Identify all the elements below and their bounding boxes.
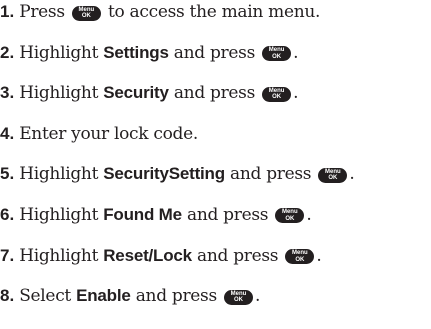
- step-text: Highlight SecuritySetting and press Menu…: [19, 164, 355, 185]
- menu-ok-key-icon: Menu OK: [318, 167, 348, 183]
- menu-ok-key-icon: Menu OK: [285, 249, 315, 265]
- step-text-segment: .: [306, 204, 312, 225]
- ok-key-label: OK: [328, 175, 338, 182]
- instruction-step: 4. Enter your lock code.: [0, 124, 431, 165]
- step-text: Highlight Found Me and press Menu OK.: [19, 204, 312, 225]
- step-text-segment: and press: [181, 204, 274, 225]
- menu-ok-key-icon: Menu OK: [224, 289, 254, 305]
- instruction-step: 1. Press Menu OK to access the main menu.: [0, 2, 431, 43]
- ok-key-label: OK: [272, 94, 282, 101]
- step-text: Highlight Reset/Lock and press Menu OK.: [19, 245, 322, 266]
- instruction-step: 5. Highlight SecuritySetting and press Me…: [0, 164, 431, 205]
- step-text-segment: Enter your lock code.: [19, 123, 198, 144]
- step-text: Select Enable and press Menu OK.: [19, 286, 260, 306]
- step-text-segment: Highlight: [19, 164, 104, 185]
- menu-ok-key-icon: Menu OK: [262, 46, 292, 62]
- menu-ok-key-icon: Menu OK: [262, 86, 292, 102]
- step-text-segment: and press: [168, 42, 261, 63]
- step-text-segment: and press: [224, 164, 317, 185]
- menu-option-name: Found Me: [103, 204, 182, 224]
- step-number: 5.: [0, 164, 15, 184]
- step-text-segment: to access the main menu.: [102, 2, 321, 22]
- instruction-step: 7. Highlight Reset/Lock and press Menu OK.: [0, 246, 431, 287]
- step-number: 2.: [0, 42, 15, 62]
- step-text-segment: and press: [130, 286, 223, 307]
- step-text-segment: Press: [19, 2, 70, 22]
- step-text: Highlight Security and press Menu OK.: [19, 83, 298, 103]
- instruction-step: 2. Highlight Settings and press Menu OK.: [0, 43, 431, 84]
- step-text-segment: Highlight: [19, 42, 104, 63]
- ok-key-label: OK: [81, 13, 91, 19]
- instruction-steps: 1. Press Menu OK to access the main menu. 2…: [0, 2, 431, 327]
- step-number: 4.: [0, 123, 15, 143]
- step-number: 6.: [0, 204, 15, 224]
- step-text-segment: .: [255, 286, 261, 307]
- step-text: Highlight Settings and press Menu OK.: [19, 43, 298, 63]
- step-text-segment: Highlight: [19, 245, 104, 266]
- ok-key-label: OK: [234, 297, 244, 304]
- step-text-segment: .: [316, 245, 322, 266]
- instruction-step: 6. Highlight Found Me and press Menu OK.: [0, 205, 431, 246]
- menu-ok-key-icon: Menu OK: [275, 208, 305, 224]
- menu-option-name: Security: [103, 83, 169, 103]
- menu-option-name: Reset/Lock: [103, 245, 192, 265]
- menu-ok-key-icon: Menu OK: [71, 5, 101, 21]
- step-number: 3.: [0, 83, 15, 103]
- step-text-segment: Select: [19, 286, 77, 307]
- ok-key-label: OK: [285, 215, 295, 222]
- instruction-step: 3. Highlight Security and press Menu OK.: [0, 83, 431, 124]
- step-text-segment: .: [349, 164, 355, 185]
- step-text-segment: Highlight: [19, 83, 104, 104]
- step-text-segment: and press: [191, 245, 284, 266]
- step-text-segment: .: [293, 83, 299, 104]
- step-number: 8.: [0, 286, 15, 306]
- step-text: Press Menu OK to access the main menu.: [19, 2, 320, 22]
- step-number: 7.: [0, 245, 15, 265]
- step-text-segment: Highlight: [19, 204, 104, 225]
- ok-key-label: OK: [272, 53, 282, 60]
- menu-option-name: Enable: [76, 286, 131, 306]
- menu-option-name: SecuritySetting: [103, 164, 225, 184]
- step-number: 1.: [0, 2, 15, 21]
- step-text-segment: and press: [168, 83, 261, 104]
- menu-option-name: Settings: [103, 42, 169, 62]
- step-text-segment: .: [293, 42, 299, 63]
- instruction-step: 8. Select Enable and press Menu OK.: [0, 286, 431, 327]
- step-text: Enter your lock code.: [19, 124, 198, 144]
- ok-key-label: OK: [295, 256, 305, 263]
